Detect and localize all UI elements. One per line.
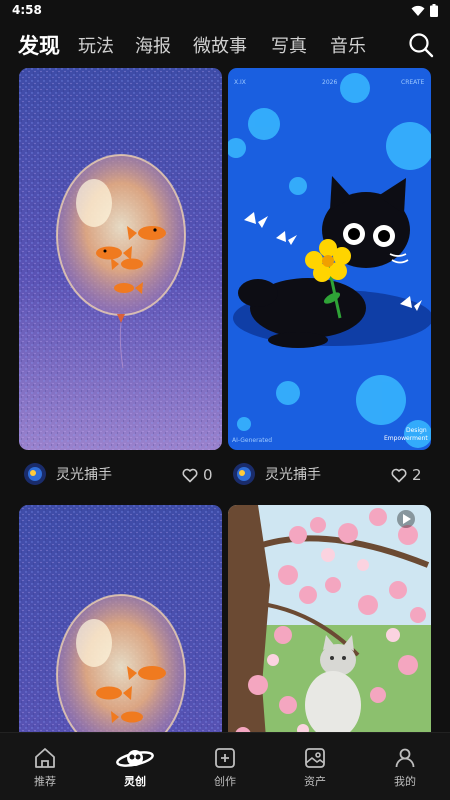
avatar (24, 463, 46, 485)
tab-poster[interactable]: 海报 (135, 32, 171, 58)
black-cat-image: X.IX 2026 CREATE AI-Generated Design Emp… (228, 68, 431, 450)
like-count: 2 (412, 466, 422, 484)
discover-feed[interactable]: X.IX 2026 CREATE AI-Generated Design Emp… (0, 68, 450, 732)
author-name: 灵光捕手 (265, 467, 321, 483)
status-bar: 4:58 (0, 0, 450, 22)
tab-portrait[interactable]: 写真 (271, 32, 307, 58)
like-button[interactable]: 0 (182, 466, 213, 484)
search-icon[interactable] (408, 32, 434, 58)
battery-icon (430, 4, 438, 17)
tab-discover[interactable]: 发现 (18, 30, 60, 60)
goldfish-balloon-image (19, 505, 222, 732)
like-button[interactable]: 2 (391, 466, 422, 484)
cat-caption-bottom-right-2: Empowerment (384, 435, 428, 442)
nav-item-lingchuang[interactable]: 灵创 (90, 733, 180, 800)
cat-caption-top-right: CREATE (401, 79, 424, 86)
tab-micro-story[interactable]: 微故事 (193, 32, 247, 58)
person-icon (393, 745, 417, 771)
nav-label: 推荐 (34, 775, 56, 788)
tab-music[interactable]: 音乐 (330, 32, 366, 58)
status-time: 4:58 (12, 3, 42, 17)
feed-card-image[interactable] (228, 505, 431, 732)
nav-item-assets[interactable]: 资产 (270, 733, 360, 800)
bottom-nav-bar: 推荐 灵创 创作 资产 我的 (0, 732, 450, 800)
planet-icon (115, 745, 155, 771)
cat-caption-top-mid: 2026 (322, 79, 337, 86)
card-author[interactable]: 灵光捕手 (24, 459, 112, 489)
nav-label: 灵创 (124, 775, 146, 788)
add-square-icon (213, 745, 237, 771)
nav-item-profile[interactable]: 我的 (360, 733, 450, 800)
nav-item-recommend[interactable]: 推荐 (0, 733, 90, 800)
nav-label: 创作 (214, 775, 236, 788)
author-name: 灵光捕手 (56, 467, 112, 483)
cat-caption-bottom-left: AI-Generated (232, 437, 272, 444)
feed-card-image[interactable]: X.IX 2026 CREATE AI-Generated Design Emp… (228, 68, 431, 450)
goldfish-balloon-image (19, 68, 222, 450)
wifi-icon (411, 5, 425, 16)
cat-caption-top-left: X.IX (234, 79, 246, 86)
heart-icon (391, 468, 407, 482)
card-author[interactable]: 灵光捕手 (233, 459, 321, 489)
home-icon (33, 745, 57, 771)
top-tab-bar: 发现 玩法 海报 微故事 写真 音乐 (0, 26, 450, 66)
gallery-icon (303, 745, 327, 771)
cherry-blossom-cat-image (228, 505, 431, 732)
feed-card-image[interactable] (19, 505, 222, 732)
avatar (233, 463, 255, 485)
heart-icon (182, 468, 198, 482)
status-icons (411, 4, 438, 17)
feed-card-image[interactable] (19, 68, 222, 450)
nav-item-create[interactable]: 创作 (180, 733, 270, 800)
tab-gameplay[interactable]: 玩法 (78, 32, 114, 58)
nav-label: 我的 (394, 775, 416, 788)
like-count: 0 (203, 466, 213, 484)
cat-caption-bottom-right-1: Design (406, 427, 427, 434)
nav-label: 资产 (304, 775, 326, 788)
